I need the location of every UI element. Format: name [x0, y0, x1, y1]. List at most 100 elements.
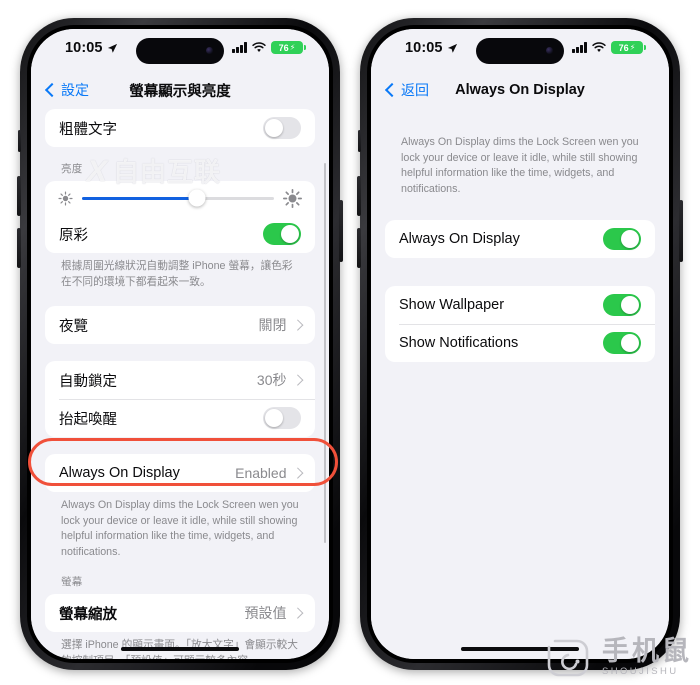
row-raise-to-wake-label: 抬起喚醒 — [59, 411, 117, 428]
phone-screen-left: 10:05 76 ⚡ 設定 螢幕顯示與亮度 粗體文字 亮度 原彩 根據周圍光線狀… — [31, 29, 329, 659]
bolt-icon: ⚡ — [289, 42, 296, 52]
toggle-knob — [620, 333, 640, 353]
power-button[interactable] — [339, 200, 343, 262]
row-always-on-display-value: Enabled — [235, 465, 287, 482]
section-header-display: 螢幕 — [61, 576, 83, 589]
status-time-group: 10:05 — [405, 40, 458, 56]
show-wallpaper-toggle[interactable] — [603, 294, 641, 317]
back-button-left[interactable]: 設定 — [44, 73, 89, 107]
auto-lock-card: 自動鎖定 30秒 抬起喚醒 — [45, 361, 315, 438]
brightness-fill — [82, 196, 198, 200]
brightness-knob[interactable] — [188, 189, 206, 207]
phone-screen-right: 10:05 76 ⚡ 返回 Always On Display Always O… — [371, 29, 669, 659]
status-bar-left: 10:05 76 ⚡ — [31, 29, 329, 73]
aod-intro-footer: Always On Display dims the Lock Screen w… — [401, 136, 639, 195]
status-indicators-left: 76 ⚡ — [232, 41, 306, 54]
bold-text-toggle[interactable] — [263, 117, 301, 139]
mute-switch[interactable] — [358, 130, 361, 152]
status-bar-right: 10:05 76 ⚡ — [371, 29, 669, 73]
night-shift-card: 夜覽 關閉 — [45, 306, 315, 345]
status-indicators-right: 76 ⚡ — [572, 41, 646, 54]
power-button[interactable] — [679, 200, 683, 262]
dynamic-island — [136, 38, 224, 64]
scroll-indicator-left[interactable] — [323, 163, 326, 543]
true-tone-footer: 根據周圍光線狀況自動調整 iPhone 螢幕，讓色彩在不同的環境下都看起來一致。 — [61, 260, 293, 288]
chevron-left-icon — [44, 82, 60, 98]
row-always-on-display-label: Always On Display — [59, 465, 180, 482]
wifi-icon — [252, 42, 266, 53]
toggle-knob — [264, 118, 284, 138]
brightness-card: 原彩 — [45, 181, 315, 253]
volume-up-button[interactable] — [17, 176, 21, 216]
brightness-slider-row[interactable] — [45, 181, 315, 215]
location-arrow-icon — [447, 43, 457, 53]
volume-up-button[interactable] — [357, 176, 361, 216]
row-show-wallpaper[interactable]: Show Wallpaper — [385, 286, 655, 324]
section-header-brightness: 亮度 — [61, 163, 83, 175]
bolt-icon: ⚡ — [629, 42, 636, 52]
battery-indicator: 76 ⚡ — [271, 41, 306, 54]
home-indicator-left[interactable] — [121, 646, 239, 651]
location-arrow-icon — [107, 43, 117, 53]
always-on-display-card: Always On Display Enabled — [45, 454, 315, 493]
battery-level: 76 — [278, 42, 289, 53]
row-night-shift-label: 夜覽 — [59, 318, 88, 335]
row-auto-lock-label: 自動鎖定 — [59, 373, 117, 390]
row-bold-text[interactable]: 粗體文字 — [45, 109, 315, 147]
row-auto-lock-value: 30秒 — [256, 372, 287, 389]
dynamic-island — [476, 38, 564, 64]
battery-indicator: 76 ⚡ — [611, 41, 646, 54]
row-always-on-display[interactable]: Always On Display Enabled — [45, 454, 315, 492]
nav-bar-left: 設定 螢幕顯示與亮度 — [31, 73, 329, 107]
raise-to-wake-toggle[interactable] — [263, 407, 301, 430]
settings-list-right[interactable]: Always On Display dims the Lock Screen w… — [371, 107, 669, 659]
back-button-right[interactable]: 返回 — [384, 73, 429, 107]
phone-bezel-right: 10:05 76 ⚡ 返回 Always On Display Always O… — [367, 25, 673, 663]
row-always-on-display-label: Always On Display — [399, 231, 520, 248]
row-night-shift-value: 關閉 — [258, 317, 287, 334]
toggle-knob — [620, 229, 640, 249]
row-always-on-display[interactable]: Always On Display — [385, 220, 655, 258]
row-auto-lock[interactable]: 自動鎖定 30秒 — [45, 361, 315, 399]
row-show-wallpaper-label: Show Wallpaper — [399, 297, 505, 314]
row-true-tone-label: 原彩 — [59, 227, 88, 244]
cellular-bars-icon — [232, 42, 247, 53]
settings-list-left[interactable]: 粗體文字 亮度 原彩 根據周圍光線狀況自動調整 iPhone 螢幕，讓色彩在不同… — [31, 107, 329, 659]
brightness-high-icon — [283, 188, 302, 208]
toggle-knob — [620, 295, 640, 315]
mute-switch[interactable] — [18, 130, 21, 152]
row-raise-to-wake[interactable]: 抬起喚醒 — [45, 399, 315, 437]
phone-bezel-left: 10:05 76 ⚡ 設定 螢幕顯示與亮度 粗體文字 亮度 原彩 根據周圍光線狀… — [27, 25, 333, 663]
aod-options-card: Show Wallpaper Show Notifications — [385, 286, 655, 363]
nav-bar-right: 返回 Always On Display — [371, 73, 669, 107]
back-button-label: 設定 — [61, 82, 89, 98]
always-on-display-footer: Always On Display dims the Lock Screen w… — [61, 499, 299, 558]
status-time-group: 10:05 — [65, 40, 118, 56]
screenshot-stage: 10:05 76 ⚡ 設定 螢幕顯示與亮度 粗體文字 亮度 原彩 根據周圍光線狀… — [0, 0, 700, 685]
row-bold-text-label: 粗體文字 — [59, 121, 117, 138]
volume-down-button[interactable] — [17, 228, 21, 268]
row-night-shift[interactable]: 夜覽 關閉 — [45, 306, 315, 344]
home-indicator-right[interactable] — [461, 646, 579, 651]
bold-text-card: 粗體文字 — [45, 109, 315, 147]
back-button-label: 返回 — [401, 82, 429, 98]
cellular-bars-icon — [572, 42, 587, 53]
show-notifications-toggle[interactable] — [603, 332, 641, 355]
row-display-zoom-value: 預設值 — [244, 605, 287, 622]
row-show-notifications[interactable]: Show Notifications — [385, 324, 655, 362]
phone-device-right: 10:05 76 ⚡ 返回 Always On Display Always O… — [357, 18, 683, 670]
battery-level: 76 — [618, 42, 629, 53]
chevron-right-icon — [291, 467, 303, 479]
row-display-zoom[interactable]: 螢幕縮放 預設值 — [45, 594, 315, 632]
toggle-knob — [280, 224, 300, 244]
row-true-tone[interactable]: 原彩 — [45, 215, 315, 253]
brightness-low-icon — [58, 190, 73, 206]
volume-down-button[interactable] — [357, 228, 361, 268]
row-show-notifications-label: Show Notifications — [399, 335, 519, 352]
aod-main-card: Always On Display — [385, 220, 655, 259]
brightness-track[interactable] — [82, 189, 274, 207]
status-time: 10:05 — [65, 40, 103, 56]
always-on-display-toggle[interactable] — [603, 228, 641, 251]
chevron-left-icon — [384, 82, 400, 98]
true-tone-toggle[interactable] — [263, 223, 301, 245]
